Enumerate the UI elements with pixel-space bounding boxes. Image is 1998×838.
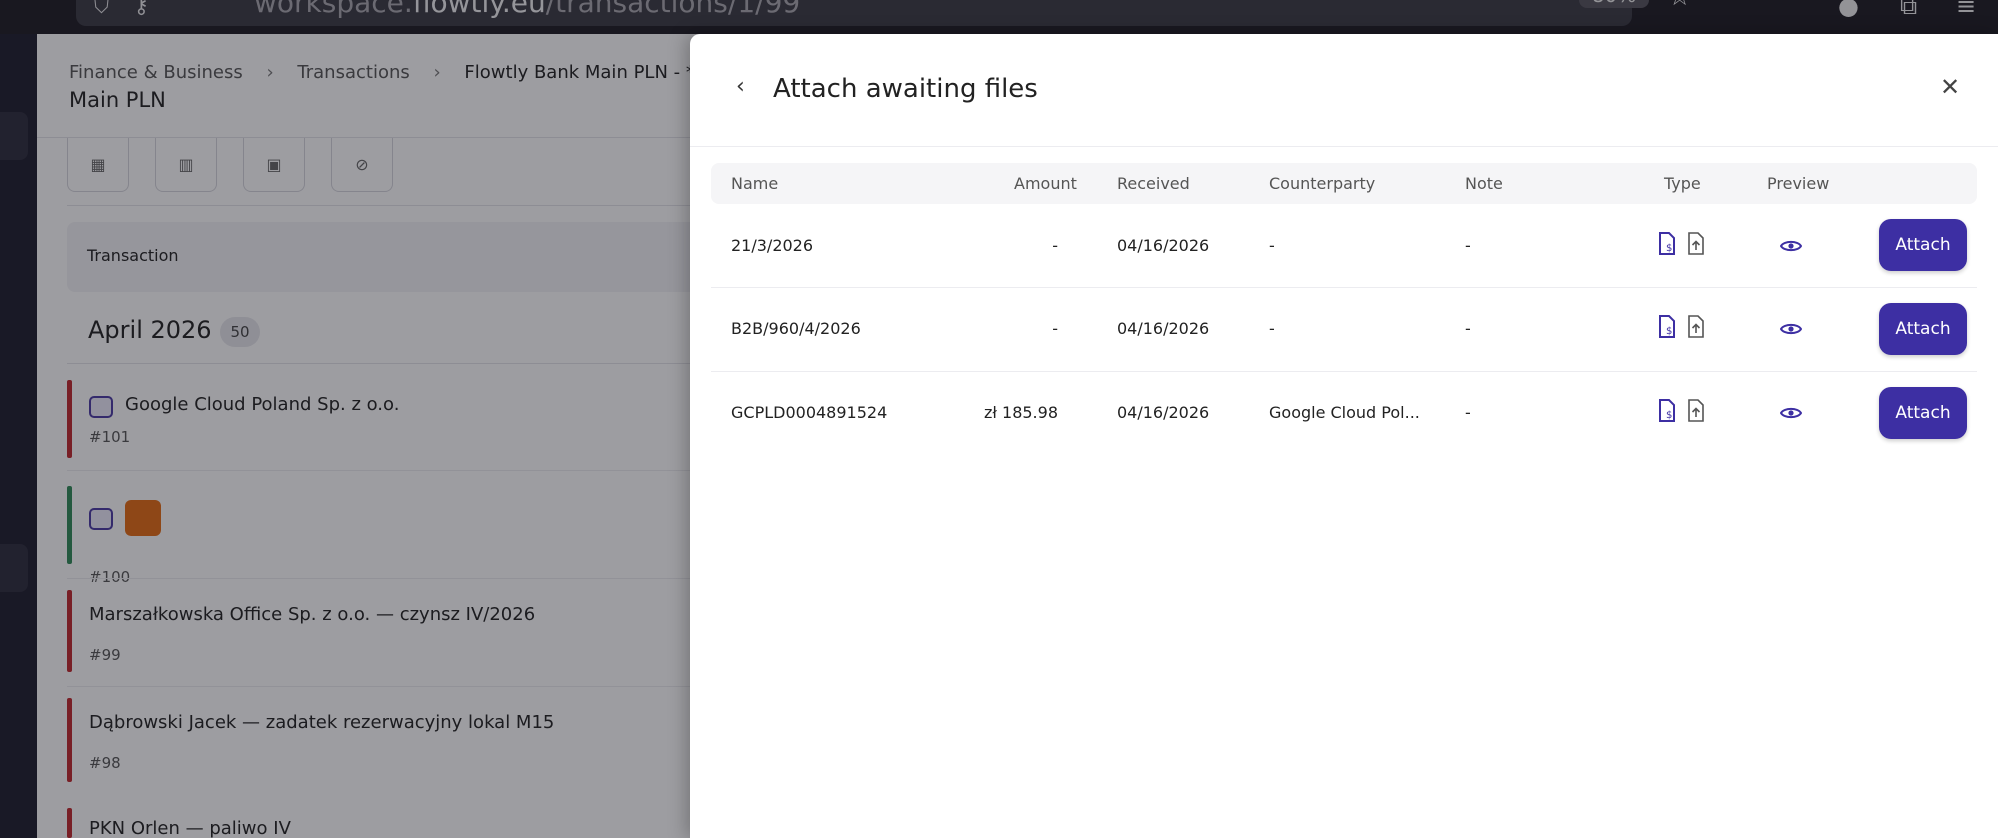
file-counterparty: Google Cloud Pol... [1269,403,1420,422]
svg-text:$: $ [1666,410,1672,421]
back-chevron-icon[interactable]: ‹ [736,76,758,98]
attach-button[interactable]: Attach [1879,219,1967,271]
file-received: 04/16/2026 [1117,319,1210,338]
column-note: Note [1465,174,1503,193]
file-name: GCPLD0004891524 [731,403,888,422]
table-header-row: Name Amount Received Counterparty Note T… [711,163,1977,204]
file-amount: zł 185.98 [983,403,1058,422]
file-name: 21/3/2026 [731,236,814,255]
upload-document-icon [1688,232,1704,255]
file-counterparty: - [1269,236,1275,255]
svg-text:$: $ [1666,326,1672,337]
column-type: Type [1664,174,1701,193]
drawer-title: Attach awaiting files [773,74,1038,104]
file-note: - [1465,319,1471,338]
invoice-document-icon: $ [1659,399,1675,422]
column-received: Received [1117,174,1190,193]
svg-text:$: $ [1666,243,1672,254]
file-amount: - [1052,236,1058,255]
column-preview: Preview [1767,174,1830,193]
attach-button[interactable]: Attach [1879,303,1967,355]
file-counterparty: - [1269,319,1275,338]
invoice-document-icon: $ [1659,315,1675,338]
divider [690,146,1998,147]
invoice-document-icon: $ [1659,232,1675,255]
table-row: GCPLD0004891524 zł 185.98 04/16/2026 Goo… [711,372,1977,456]
close-icon[interactable]: ✕ [1940,75,1960,99]
file-note: - [1465,236,1471,255]
eye-icon[interactable] [1780,405,1802,421]
file-amount: - [1052,319,1058,338]
attach-button[interactable]: Attach [1879,387,1967,439]
file-received: 04/16/2026 [1117,236,1210,255]
table-row: B2B/960/4/2026 - 04/16/2026 - - $ Attach [711,288,1977,372]
column-name: Name [731,174,779,193]
file-note: - [1465,403,1471,422]
upload-document-icon [1688,315,1704,338]
column-counterparty: Counterparty [1269,174,1376,193]
column-amount: Amount [1014,174,1077,193]
file-received: 04/16/2026 [1117,403,1210,422]
upload-document-icon [1688,399,1704,422]
table-row: 21/3/2026 - 04/16/2026 - - $ Attach [711,204,1977,288]
eye-icon[interactable] [1780,238,1802,254]
eye-icon[interactable] [1780,321,1802,337]
file-name: B2B/960/4/2026 [731,319,861,338]
attach-files-drawer: ‹ Attach awaiting files ✕ Name Amount Re… [690,34,1998,838]
